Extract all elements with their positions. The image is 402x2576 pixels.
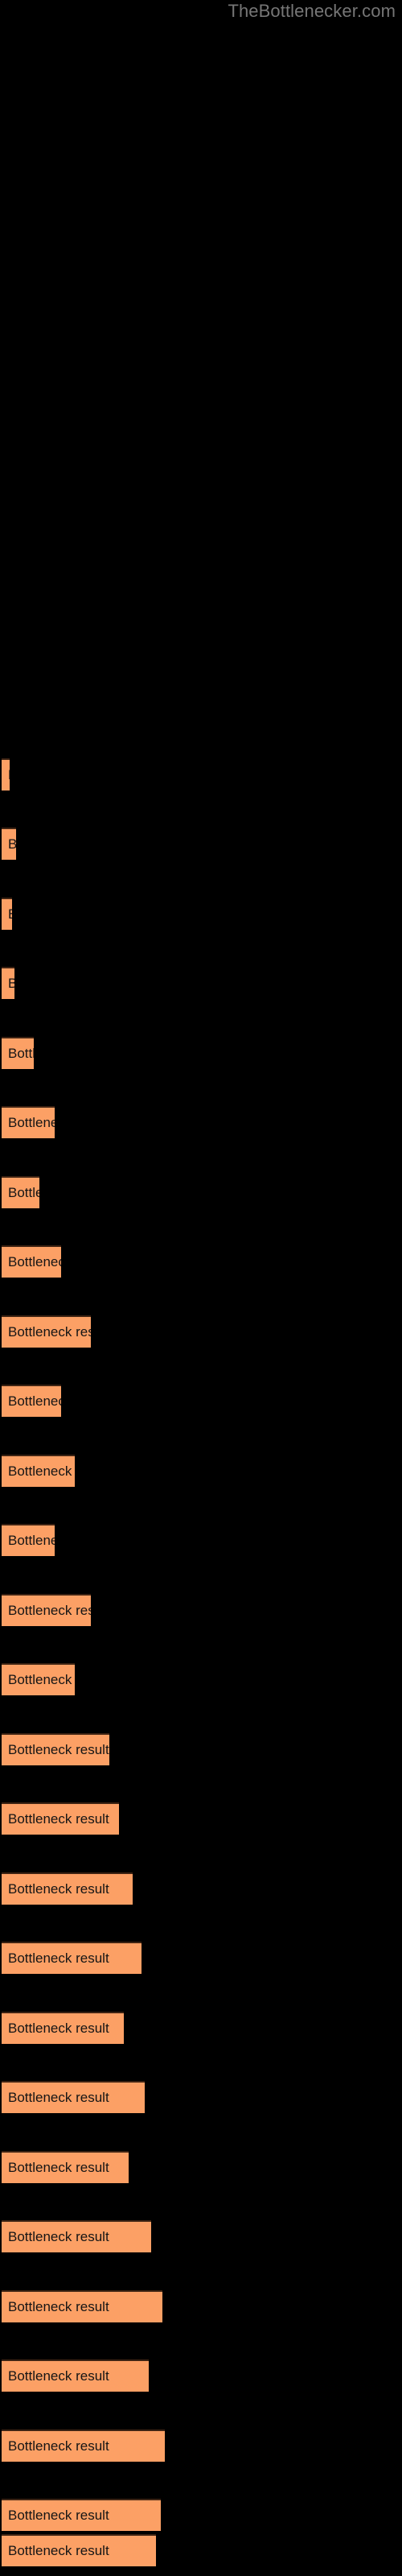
bar-label: Bottleneck result: [8, 1603, 91, 1618]
page-root: TheBottlenecker.com Bottleneck resultBot…: [0, 0, 402, 2576]
bar-label: Bottleneck result: [8, 1463, 75, 1479]
bar-6[interactable]: Bottleneck result: [2, 1176, 39, 1208]
bar-label: Bottleneck result: [8, 767, 10, 783]
bar-label: Bottleneck result: [8, 1324, 91, 1340]
bar-15[interactable]: Bottleneck result: [2, 1802, 119, 1835]
bar-19[interactable]: Bottleneck result: [2, 2081, 145, 2113]
bar-14[interactable]: Bottleneck result: [2, 1733, 109, 1765]
bar-2[interactable]: Bottleneck result: [2, 898, 12, 930]
bar-20[interactable]: Bottleneck result: [2, 2151, 129, 2183]
bar-5[interactable]: Bottleneck result: [2, 1106, 55, 1138]
bar-label: Bottleneck result: [8, 2021, 109, 2036]
bar-24[interactable]: Bottleneck result: [2, 2429, 165, 2462]
bar-label: Bottleneck result: [8, 2368, 109, 2384]
bar-11[interactable]: Bottleneck result: [2, 1524, 55, 1556]
bar-label: Bottleneck result: [8, 1046, 34, 1061]
bar-label: Bottleneck result: [8, 1811, 109, 1827]
bar-16[interactable]: Bottleneck result: [2, 1872, 133, 1905]
bar-label: Bottleneck result: [8, 2160, 109, 2175]
bar-label: Bottleneck result: [8, 836, 16, 852]
bar-label: Bottleneck result: [8, 1951, 109, 1966]
bar-label: Bottleneck result: [8, 1672, 75, 1687]
bar-25[interactable]: Bottleneck result: [2, 2499, 161, 2531]
bar-label: Bottleneck result: [8, 1185, 39, 1200]
bar-label: Bottleneck result: [8, 1115, 55, 1130]
bar-17[interactable]: Bottleneck result: [2, 1942, 142, 1974]
bar-10[interactable]: Bottleneck result: [2, 1455, 75, 1487]
bar-1[interactable]: Bottleneck result: [2, 828, 16, 860]
bar-26[interactable]: Bottleneck result: [2, 2534, 156, 2566]
bar-label: Bottleneck result: [8, 1742, 109, 1757]
bar-9[interactable]: Bottleneck result: [2, 1385, 61, 1417]
bar-label: Bottleneck result: [8, 976, 14, 992]
bar-label: Bottleneck result: [8, 1393, 61, 1409]
bar-3[interactable]: Bottleneck result: [2, 967, 14, 999]
bar-label: Bottleneck result: [8, 906, 12, 923]
bar-label: Bottleneck result: [8, 2543, 109, 2558]
bar-label: Bottleneck result: [8, 2438, 109, 2454]
bar-label: Bottleneck result: [8, 2229, 109, 2244]
bar-label: Bottleneck result: [8, 1881, 109, 1897]
bar-4[interactable]: Bottleneck result: [2, 1037, 34, 1069]
bar-23[interactable]: Bottleneck result: [2, 2359, 149, 2392]
bar-13[interactable]: Bottleneck result: [2, 1663, 75, 1695]
bar-18[interactable]: Bottleneck result: [2, 2012, 124, 2044]
bar-8[interactable]: Bottleneck result: [2, 1315, 91, 1348]
bar-22[interactable]: Bottleneck result: [2, 2290, 162, 2322]
bar-0[interactable]: Bottleneck result: [2, 758, 10, 791]
bar-chart-plot-area: Bottleneck result Bottleneck result Bottle…: [0, 0, 402, 2576]
bar-label: Bottleneck result: [8, 2508, 109, 2523]
bar-21[interactable]: Bottleneck result: [2, 2220, 151, 2252]
bar-label: Bottleneck result: [8, 2090, 109, 2105]
bar-label: Bottleneck result: [8, 1533, 55, 1548]
bar-7[interactable]: Bottleneck result: [2, 1245, 61, 1278]
bar-label: Bottleneck result: [8, 2299, 109, 2314]
bar-label: Bottleneck result: [8, 1254, 61, 1269]
bar-12[interactable]: Bottleneck result: [2, 1594, 91, 1626]
